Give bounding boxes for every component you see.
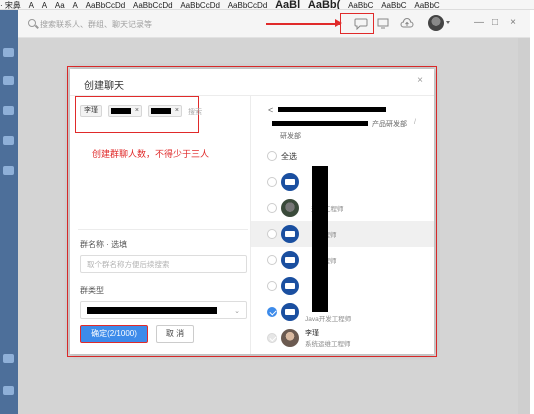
member-checkbox[interactable] — [267, 177, 277, 187]
cancel-button[interactable]: 取 消 — [156, 325, 194, 343]
member-checkbox[interactable] — [267, 281, 277, 291]
redacted-breadcrumb[interactable] — [272, 121, 368, 126]
apps-grid-icon[interactable] — [3, 354, 14, 363]
member-avatar — [281, 199, 299, 217]
breadcrumb-current: 研发部 — [280, 133, 301, 140]
member-avatar — [281, 225, 299, 243]
user-avatar[interactable] — [428, 15, 444, 31]
member-row[interactable]: 开发工程师 — [251, 195, 434, 221]
calendar-icon[interactable] — [3, 106, 14, 115]
ribbon-item[interactable]: A — [29, 1, 34, 9]
scroll-edge — [518, 38, 530, 414]
maximize-button[interactable]: □ — [488, 16, 502, 30]
cloud-icon[interactable] — [3, 166, 14, 175]
member-checkbox[interactable] — [267, 229, 277, 239]
dialog-title: 创建聊天 — [84, 81, 124, 92]
member-row[interactable] — [251, 273, 434, 299]
chevron-down-icon[interactable] — [446, 21, 450, 24]
annotation-box-chat-icon — [340, 13, 374, 34]
cloud-upload-icon[interactable] — [400, 17, 414, 30]
ribbon-style[interactable]: AaBbCcDd — [133, 1, 173, 9]
confirm-button[interactable]: 确定(2/1000) — [80, 325, 148, 343]
back-chevron-icon[interactable]: < — [268, 105, 273, 115]
member-avatar — [281, 329, 299, 347]
group-name-input[interactable] — [80, 255, 247, 273]
redacted-name — [151, 108, 171, 114]
screen-share-icon[interactable] — [376, 17, 390, 30]
ribbon-style[interactable]: AaBbCcDd — [180, 1, 220, 9]
annotation-note: 创建群聊人数，不得少于三人 — [92, 149, 210, 159]
ribbon-style[interactable]: AaBl — [275, 0, 300, 9]
member-search-input[interactable]: 搜索 — [188, 107, 202, 117]
chip-remove-button[interactable]: × — [135, 106, 139, 116]
member-avatar — [281, 303, 299, 321]
member-row[interactable]: Java开发工程师 — [251, 299, 434, 325]
member-name: 李瑾 — [305, 330, 319, 337]
word-ribbon: · 宋鼻 A A Aa A AaBbCcDd AaBbCcDd AaBbCcDd… — [0, 0, 534, 10]
ribbon-style[interactable]: AaBbC — [381, 1, 406, 9]
member-row[interactable]: 工程师 — [251, 247, 434, 273]
screenshot-root: · 宋鼻 A A Aa A AaBbCcDd AaBbCcDd AaBbCcDd… — [0, 0, 534, 414]
group-type-label: 群类型 — [80, 286, 104, 295]
create-chat-dialog: 创建聊天 × 李瑾 × × 搜索 创建群聊人数，不得少于三人 群名称 · 选填 … — [70, 69, 434, 354]
chat-icon[interactable] — [3, 48, 14, 57]
member-title: Java开发工程师 — [305, 316, 352, 323]
redacted-names-column — [312, 166, 328, 312]
selected-chip: × — [148, 105, 182, 117]
redacted-value — [87, 307, 217, 314]
member-checkbox[interactable] — [267, 203, 277, 213]
ribbon-style[interactable]: AaBbC — [414, 1, 439, 9]
ribbon-item[interactable]: A — [73, 1, 78, 9]
select-all-checkbox[interactable] — [267, 151, 277, 161]
ribbon-style[interactable]: AaBbCcDd — [86, 1, 126, 9]
breadcrumb-item[interactable]: 产品研发部 — [372, 119, 407, 129]
chip-remove-button[interactable]: × — [175, 106, 179, 116]
member-checkbox[interactable] — [267, 307, 277, 317]
member-row[interactable]: 工程师 — [251, 221, 434, 247]
tools-icon[interactable] — [3, 136, 14, 145]
member-checkbox[interactable] — [267, 255, 277, 265]
ribbon-style[interactable]: AaBbCcDd — [228, 1, 268, 9]
ribbon-item[interactable]: A — [42, 1, 47, 9]
top-bar: — □ × — [18, 10, 530, 38]
close-window-button[interactable]: × — [506, 16, 520, 30]
selected-chip: 李瑾 — [80, 105, 102, 117]
search-icon — [28, 19, 36, 27]
ribbon-style[interactable]: AaBb( — [308, 0, 340, 9]
divider — [78, 229, 248, 230]
search-input[interactable] — [40, 17, 240, 31]
group-type-select[interactable]: ⌄ — [80, 301, 247, 319]
chevron-down-icon: ⌄ — [234, 308, 240, 315]
redacted-name — [111, 108, 131, 114]
member-row[interactable] — [251, 169, 434, 195]
member-avatar — [281, 251, 299, 269]
member-avatar — [281, 173, 299, 191]
breadcrumb-separator: / — [414, 119, 416, 126]
select-all-label: 全选 — [281, 152, 297, 161]
member-title: 系统运维工程师 — [305, 341, 351, 348]
ribbon-item[interactable]: Aa — [55, 1, 65, 9]
taskbar-left — [0, 10, 18, 414]
contacts-icon[interactable] — [3, 76, 14, 85]
selected-chip: × — [108, 105, 142, 117]
member-avatar — [281, 277, 299, 295]
dialog-close-button[interactable]: × — [414, 75, 426, 87]
ribbon-style[interactable]: AaBbC — [348, 1, 373, 9]
annotation-arrow — [266, 20, 342, 26]
group-name-label: 群名称 · 选填 — [80, 240, 128, 249]
minimize-button[interactable]: — — [472, 16, 486, 30]
mail-icon[interactable] — [3, 386, 14, 395]
member-row: 李瑾 系统运维工程师 — [251, 325, 434, 351]
member-checkbox — [267, 333, 277, 343]
select-all-row[interactable]: 全选 — [251, 143, 434, 169]
ribbon-item[interactable]: · 宋鼻 — [0, 1, 21, 9]
redacted-breadcrumb — [278, 107, 386, 112]
